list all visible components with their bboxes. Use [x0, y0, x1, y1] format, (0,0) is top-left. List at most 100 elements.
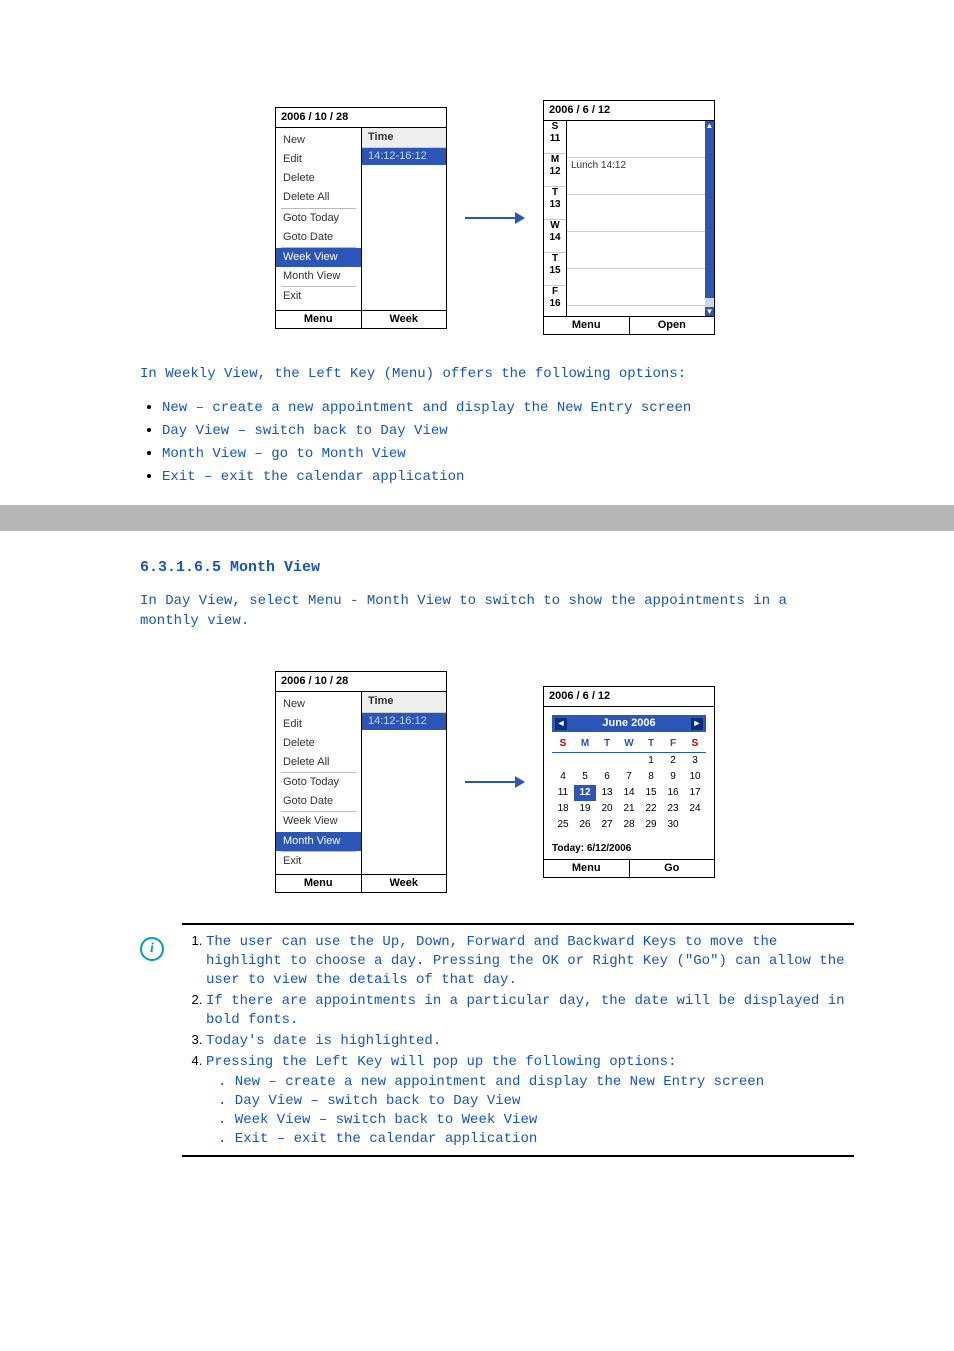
menu-item[interactable]: Exit	[276, 852, 361, 871]
figure-month-view: 2006 / 10 / 28 New Edit Delete Delete Al…	[275, 671, 854, 893]
day-cell[interactable]: 15	[640, 785, 662, 801]
note-item: If there are appointments in a particula…	[206, 992, 854, 1030]
softkey-right[interactable]: Go	[630, 860, 715, 877]
day-cell[interactable]: 22	[640, 801, 662, 817]
day-cell[interactable]: 28	[618, 817, 640, 833]
day-cell[interactable]: 27	[596, 817, 618, 833]
day-cell[interactable]: 18	[552, 801, 574, 817]
menu-item[interactable]: Edit	[276, 715, 361, 734]
phone-screenshot-month: 2006 / 6 / 12 ◄ June 2006 ► S M T W T F …	[543, 686, 715, 879]
day-cell[interactable]: 20	[596, 801, 618, 817]
section-band	[0, 505, 954, 531]
figure-week-view: 2006 / 10 / 28 New Edit Delete Delete Al…	[275, 100, 854, 335]
note-subitem: . Day View – switch back to Day View	[182, 1092, 854, 1111]
prev-month-icon[interactable]: ◄	[555, 718, 567, 730]
menu-item[interactable]: Delete	[276, 169, 361, 188]
day-cell	[684, 817, 706, 833]
menu-item[interactable]: Goto Today	[276, 209, 361, 228]
day-cell[interactable]: 21	[618, 801, 640, 817]
day-cell	[574, 753, 596, 770]
menu-item[interactable]: Month View	[276, 267, 361, 286]
day-cell[interactable]: 25	[552, 817, 574, 833]
day-cell	[552, 753, 574, 770]
column-header: Time	[362, 692, 446, 712]
softkey-right[interactable]: Week	[362, 875, 447, 892]
day-cell[interactable]: 14	[618, 785, 640, 801]
day-cell[interactable]: 12	[574, 785, 596, 801]
appointment-row[interactable]: 14:12-16:12	[362, 713, 446, 730]
body-text: In Weekly View, the Left Key (Menu) offe…	[140, 365, 854, 385]
day-cell[interactable]: 10	[684, 769, 706, 785]
day-cell[interactable]: 6	[596, 769, 618, 785]
day-cell	[618, 753, 640, 770]
scroll-down-icon[interactable]: ▼	[705, 307, 714, 316]
scroll-thumb[interactable]	[705, 130, 714, 298]
menu-item[interactable]: New	[276, 695, 361, 714]
menu-item[interactable]: Goto Today	[276, 773, 361, 792]
arrow-icon	[465, 776, 525, 788]
info-icon: i	[140, 937, 164, 961]
scroll-up-icon[interactable]: ▲	[705, 121, 714, 130]
section-heading: 6.3.1.6.5 Month View	[140, 559, 854, 576]
day-cell[interactable]: 9	[662, 769, 684, 785]
softkey-right[interactable]: Week	[362, 311, 447, 328]
day-cell[interactable]: 13	[596, 785, 618, 801]
day-cell[interactable]: 16	[662, 785, 684, 801]
month-grid: S M T W T F S 12345678910111213141516171…	[552, 736, 706, 833]
title: 2006 / 6 / 12	[544, 687, 714, 707]
menu-item[interactable]: Goto Date	[276, 228, 361, 247]
menu-item[interactable]: Delete All	[276, 188, 361, 207]
softkey-left[interactable]: Menu	[276, 311, 362, 328]
day-cell[interactable]: 24	[684, 801, 706, 817]
softkey-left[interactable]: Menu	[544, 860, 630, 877]
note-subitem: . Week View – switch back to Week View	[182, 1111, 854, 1130]
day-cell[interactable]: 30	[662, 817, 684, 833]
menu-item[interactable]: Week View	[276, 812, 361, 831]
day-cell[interactable]: 7	[618, 769, 640, 785]
bullet-list: New – create a new appointment and displ…	[162, 399, 854, 485]
arrow-icon	[465, 212, 525, 224]
column-header: Time	[362, 128, 446, 148]
next-month-icon[interactable]: ►	[691, 718, 703, 730]
phone-screenshot-menu: 2006 / 10 / 28 New Edit Delete Delete Al…	[275, 107, 447, 329]
day-cell[interactable]: 11	[552, 785, 574, 801]
menu-item[interactable]: Edit	[276, 150, 361, 169]
day-cell[interactable]: 3	[684, 753, 706, 770]
menu-item[interactable]: New	[276, 131, 361, 150]
day-cell[interactable]: 1	[640, 753, 662, 770]
menu-item-highlighted[interactable]: Month View	[276, 832, 361, 851]
menu-item[interactable]: Exit	[276, 287, 361, 306]
day-cell[interactable]: 23	[662, 801, 684, 817]
day-cell[interactable]: 26	[574, 817, 596, 833]
scrollbar[interactable]: ▲ ▼	[705, 121, 714, 316]
day-cell[interactable]: 4	[552, 769, 574, 785]
phone-screenshot-week: 2006 / 6 / 12 S11 M12 T13 W14 T15 F16 Lu…	[543, 100, 715, 335]
info-note: i The user can use the Up, Down, Forward…	[140, 923, 854, 1157]
note-item: Today's date is highlighted.	[206, 1032, 854, 1051]
day-cell[interactable]: 19	[574, 801, 596, 817]
menu-item[interactable]: Delete All	[276, 753, 361, 772]
note-item: The user can use the Up, Down, Forward a…	[206, 933, 854, 990]
softkey-left[interactable]: Menu	[276, 875, 362, 892]
note-item: Pressing the Left Key will pop up the fo…	[206, 1053, 854, 1072]
note-subitem: . Exit – exit the calendar application	[182, 1130, 854, 1149]
month-label: June 2006	[602, 717, 655, 730]
day-cell[interactable]: 17	[684, 785, 706, 801]
title: 2006 / 10 / 28	[276, 108, 446, 128]
today-label: Today: 6/12/2006	[552, 843, 706, 855]
title: 2006 / 6 / 12	[544, 101, 714, 121]
context-menu: New Edit Delete Delete All Goto Today Go…	[276, 128, 362, 310]
day-cell[interactable]: 29	[640, 817, 662, 833]
menu-item-highlighted[interactable]: Week View	[276, 248, 361, 267]
appointment-row[interactable]: 14:12-16:12	[362, 148, 446, 165]
phone-screenshot-menu: 2006 / 10 / 28 New Edit Delete Delete Al…	[275, 671, 447, 893]
day-cell[interactable]: 8	[640, 769, 662, 785]
body-text: In Day View, select Menu - Month View to…	[140, 592, 854, 631]
day-cell	[596, 753, 618, 770]
week-event[interactable]: Lunch 14:12	[571, 160, 626, 171]
menu-item[interactable]: Goto Date	[276, 792, 361, 811]
title: 2006 / 10 / 28	[276, 672, 446, 692]
day-cell[interactable]: 2	[662, 753, 684, 770]
day-cell[interactable]: 5	[574, 769, 596, 785]
menu-item[interactable]: Delete	[276, 734, 361, 753]
